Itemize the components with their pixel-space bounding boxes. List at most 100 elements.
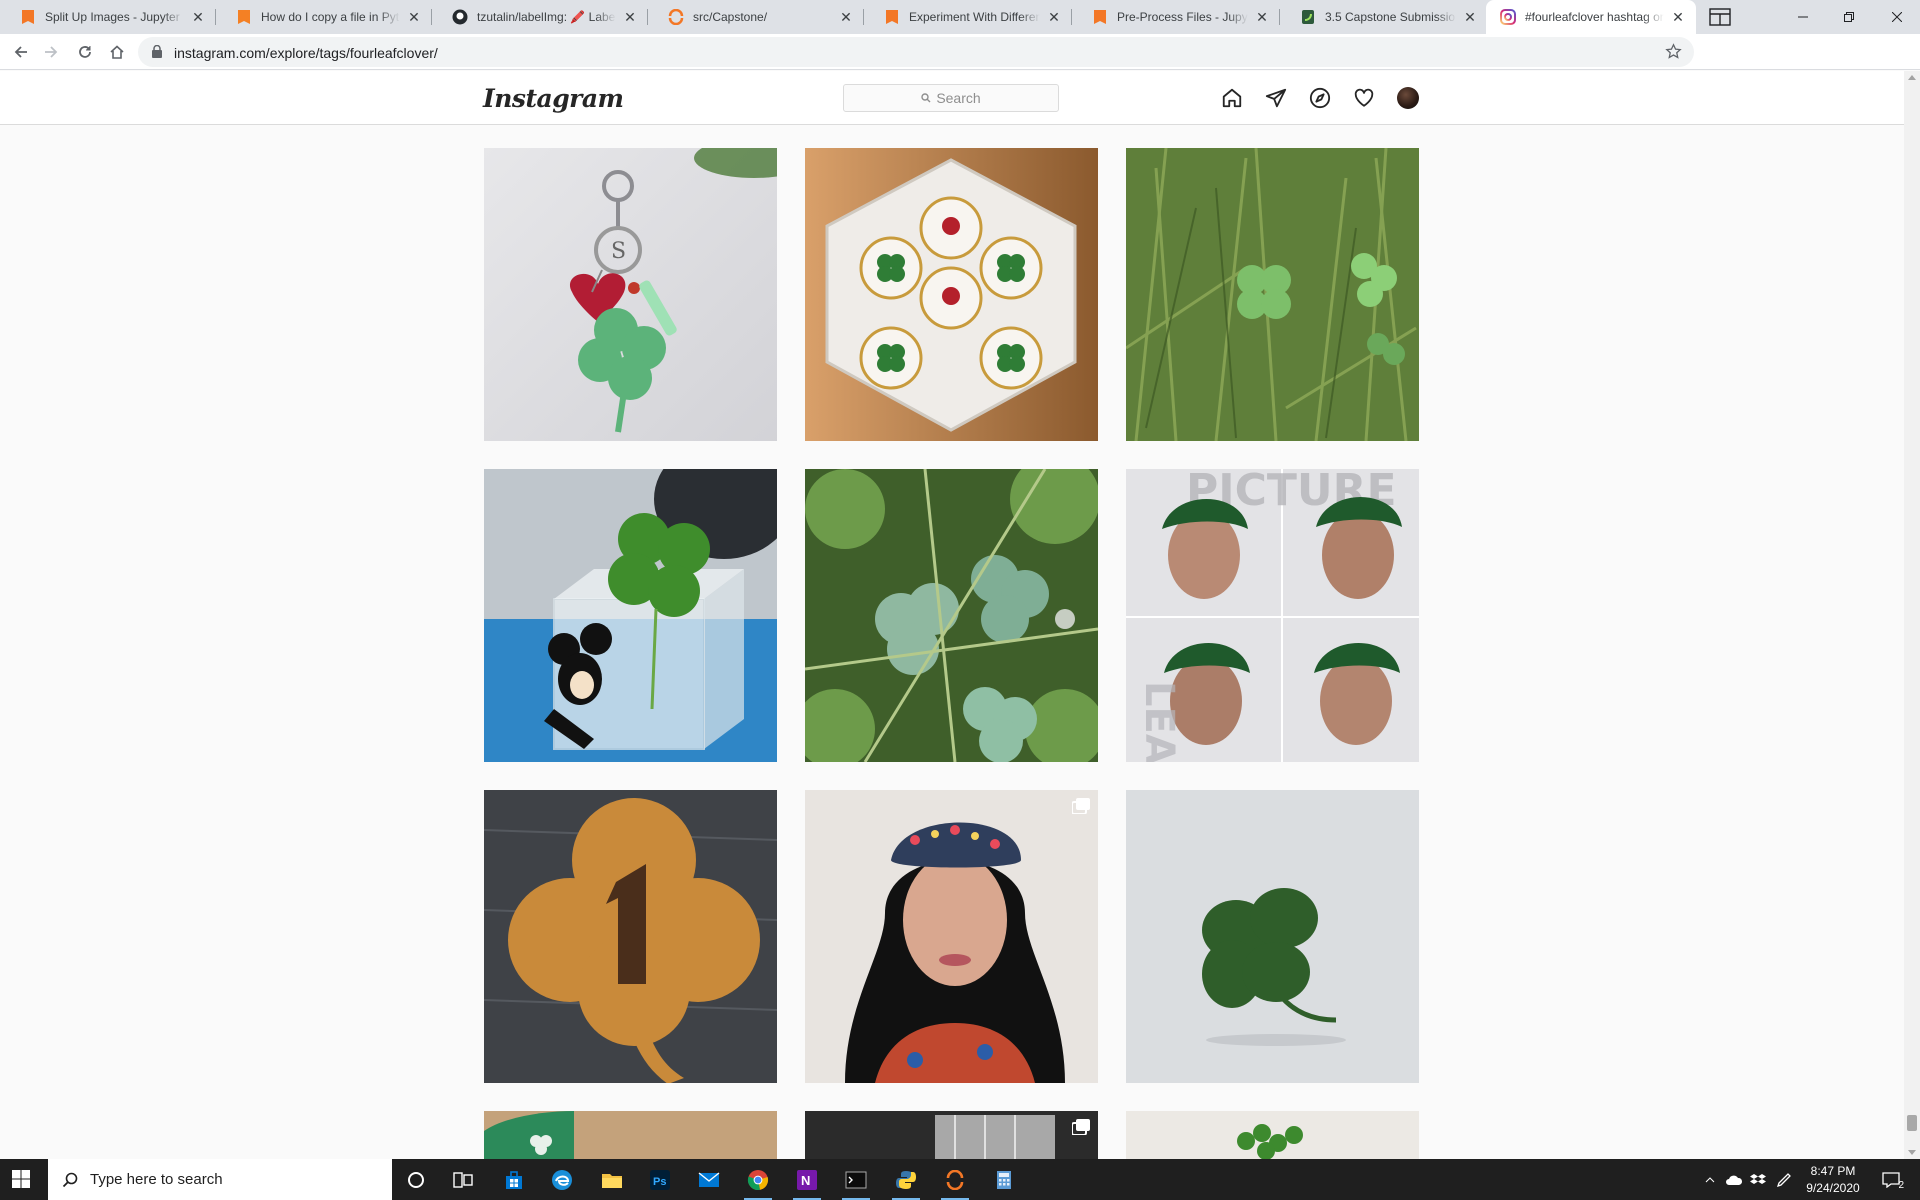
tab-fourleafclover-instagram[interactable]: #fourleafclover hashtag on Instagram ✕ — [1486, 0, 1696, 34]
close-icon[interactable]: ✕ — [1254, 9, 1270, 25]
mail-icon[interactable] — [691, 1164, 727, 1196]
chrome-icon[interactable] — [740, 1164, 776, 1200]
taskbar-search-input[interactable]: Type here to search — [48, 1159, 392, 1200]
activity-heart-icon[interactable] — [1352, 86, 1376, 110]
browser-tab-strip: Split Up Images - Jupyter Notebook ✕ How… — [0, 0, 1920, 34]
python-icon[interactable] — [888, 1164, 924, 1200]
search-placeholder: Search — [936, 90, 981, 106]
photoshop-icon[interactable]: Ps — [642, 1164, 678, 1196]
browser-toolbar: instagram.com/explore/tags/fourleafclove… — [0, 34, 1920, 95]
minimize-icon[interactable] — [1780, 0, 1826, 34]
jupyter-folder-icon — [668, 9, 684, 25]
post-tile[interactable] — [1126, 1111, 1419, 1159]
resin-coaster-clovers-image — [805, 148, 1098, 441]
onedrive-cloud-icon[interactable] — [1724, 1171, 1744, 1189]
tab-title: Split Up Images - Jupyter Notebook — [45, 10, 184, 24]
close-icon[interactable]: ✕ — [622, 9, 638, 25]
tab-pre-process-files[interactable]: Pre-Process Files - Jupyter Notebook ✕ — [1072, 0, 1280, 34]
direct-messages-icon[interactable] — [1264, 86, 1288, 110]
partial-post-12-image — [1126, 1111, 1419, 1159]
cortana-icon[interactable] — [398, 1164, 434, 1196]
jupyter-taskbar-icon[interactable] — [937, 1164, 973, 1200]
tab-labelimg[interactable]: tzutalin/labelImg: 🖍️ LabelImg ✕ — [432, 0, 648, 34]
tab-title: #fourleafclover hashtag on Instagram — [1525, 10, 1664, 24]
post-tile[interactable] — [805, 469, 1098, 762]
url-text: instagram.com/explore/tags/fourleafclove… — [174, 45, 438, 61]
close-icon[interactable]: ✕ — [1670, 9, 1686, 25]
clover-in-acrylic-box-image — [484, 469, 777, 762]
dropbox-icon[interactable] — [1748, 1171, 1768, 1189]
tab-capstone-submission[interactable]: 3.5 Capstone Submission - Springboard ✕ — [1280, 0, 1488, 34]
lock-icon — [152, 44, 162, 63]
page-scrollbar[interactable] — [1904, 71, 1920, 1159]
back-icon[interactable] — [7, 38, 35, 66]
post-tile[interactable] — [805, 1111, 1098, 1159]
close-icon[interactable]: ✕ — [406, 9, 422, 25]
scroll-thumb[interactable] — [1907, 1115, 1917, 1131]
task-view-icon[interactable] — [445, 1164, 481, 1196]
instagram-logo[interactable]: Instagram — [483, 84, 624, 113]
tab-title: Pre-Process Files - Jupyter Notebook — [1117, 10, 1248, 24]
forward-icon[interactable] — [37, 38, 65, 66]
svg-text:N: N — [801, 1173, 810, 1188]
post-tile[interactable] — [805, 148, 1098, 441]
edge-icon[interactable] — [544, 1164, 580, 1196]
notification-count: 2 — [1898, 1180, 1904, 1191]
post-tile[interactable] — [1126, 148, 1419, 441]
close-icon[interactable]: ✕ — [1046, 9, 1062, 25]
close-icon[interactable]: ✕ — [1462, 9, 1478, 25]
scroll-up-icon[interactable] — [1908, 75, 1916, 80]
close-icon[interactable]: ✕ — [838, 9, 854, 25]
jupyter-icon — [884, 9, 900, 25]
tab-experiment-models[interactable]: Experiment With Different Models ✕ — [864, 0, 1072, 34]
tab-search-icon[interactable] — [1696, 0, 1744, 34]
pen-ink-icon[interactable] — [1774, 1171, 1794, 1189]
home-icon[interactable] — [1220, 86, 1244, 110]
tab-title: Experiment With Different Models — [909, 10, 1040, 24]
clock-date: 9/24/2020 — [1806, 1181, 1860, 1195]
post-tile[interactable] — [484, 1111, 777, 1159]
instagram-search-input[interactable]: Search — [843, 84, 1059, 112]
onenote-icon[interactable]: N — [789, 1164, 825, 1200]
partial-post-10-image — [484, 1111, 777, 1159]
windows-taskbar: Type here to search Ps N 8:47 PM 9/24/20… — [0, 1159, 1920, 1200]
post-tile[interactable] — [484, 469, 777, 762]
close-window-icon[interactable] — [1874, 0, 1920, 34]
carousel-icon — [1072, 798, 1090, 814]
single-clover-white-image — [1126, 790, 1419, 1083]
tab-title: src/Capstone/ — [693, 10, 768, 24]
tab-copy-file-python[interactable]: How do I copy a file in Python? ✕ — [216, 0, 432, 34]
explore-compass-icon[interactable] — [1308, 86, 1332, 110]
store-icon[interactable] — [496, 1164, 532, 1196]
tab-src-capstone[interactable]: src/Capstone/ ✕ — [648, 0, 864, 34]
home-icon[interactable] — [103, 38, 131, 66]
post-tile[interactable] — [1126, 790, 1419, 1083]
tab-title: How do I copy a file in Python? — [261, 10, 400, 24]
notification-center-icon[interactable]: 2 — [1878, 1171, 1904, 1191]
scroll-down-icon[interactable] — [1908, 1150, 1916, 1155]
terminal-icon[interactable] — [838, 1164, 874, 1200]
post-tile[interactable]: S — [484, 148, 777, 441]
windows-start-icon[interactable] — [12, 1170, 30, 1193]
clover-in-grass-image — [1126, 148, 1419, 441]
crochet-clover-keychain-image: S — [484, 148, 777, 441]
svg-text:Ps: Ps — [653, 1176, 666, 1188]
tab-split-up-images[interactable]: Split Up Images - Jupyter Notebook ✕ — [0, 0, 216, 34]
springboard-icon — [1300, 9, 1316, 25]
reload-icon[interactable] — [71, 38, 99, 66]
system-clock[interactable]: 8:47 PM 9/24/2020 — [1802, 1163, 1864, 1197]
tray-chevron-up-icon[interactable] — [1700, 1171, 1720, 1189]
bookmark-star-icon[interactable] — [1665, 43, 1682, 65]
calculator-icon[interactable] — [986, 1164, 1022, 1196]
clock-time: 8:47 PM — [1810, 1164, 1856, 1178]
profile-avatar[interactable] — [1397, 87, 1419, 109]
restore-icon[interactable] — [1826, 0, 1872, 34]
close-icon[interactable]: ✕ — [190, 9, 206, 25]
github-icon — [452, 9, 468, 25]
post-tile[interactable] — [805, 790, 1098, 1083]
tab-title: tzutalin/labelImg: 🖍️ LabelImg — [477, 10, 616, 24]
file-explorer-icon[interactable] — [594, 1164, 630, 1196]
post-tile[interactable] — [484, 790, 777, 1083]
post-tile[interactable]: PICTURE LEAF — [1126, 469, 1419, 762]
address-bar[interactable]: instagram.com/explore/tags/fourleafclove… — [138, 37, 1694, 67]
